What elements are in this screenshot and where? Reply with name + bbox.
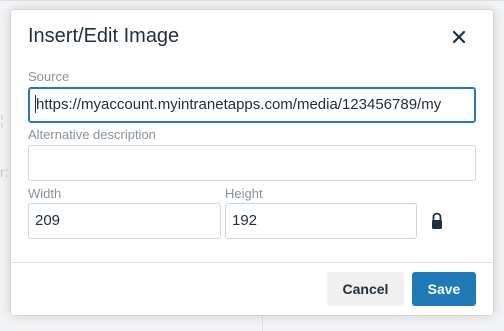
cancel-button[interactable]: Cancel xyxy=(327,272,404,306)
dialog-header: Insert/Edit Image xyxy=(11,10,493,62)
close-button[interactable] xyxy=(445,23,473,51)
alt-description-input[interactable] xyxy=(28,145,476,181)
close-icon xyxy=(452,30,466,44)
height-value: 192 xyxy=(232,212,258,229)
width-input[interactable]: 209 xyxy=(28,203,221,239)
save-button[interactable]: Save xyxy=(412,272,476,306)
footer-divider xyxy=(11,262,493,263)
insert-edit-image-dialog: Insert/Edit Image Source https://myaccou… xyxy=(11,10,493,315)
text-caret xyxy=(35,95,36,114)
source-input-value: https://myaccount.myintranetapps.com/med… xyxy=(36,96,442,113)
dialog-title: Insert/Edit Image xyxy=(28,25,180,47)
editor-ghost-glyph: ¦ xyxy=(0,112,4,128)
constrain-proportions-toggle[interactable] xyxy=(429,211,445,231)
alt-description-label: Alternative description xyxy=(28,127,156,142)
source-label: Source xyxy=(28,69,70,84)
height-label: Height xyxy=(225,186,263,201)
editor-toolbar-border xyxy=(0,0,504,1)
width-value: 209 xyxy=(35,212,61,229)
source-input[interactable]: https://myaccount.myintranetapps.com/med… xyxy=(28,87,476,123)
width-label: Width xyxy=(28,186,62,201)
lock-icon xyxy=(432,212,442,229)
editor-ghost-glyph: r: xyxy=(0,164,9,180)
editor-divider xyxy=(262,315,263,331)
height-input[interactable]: 192 xyxy=(225,203,417,239)
